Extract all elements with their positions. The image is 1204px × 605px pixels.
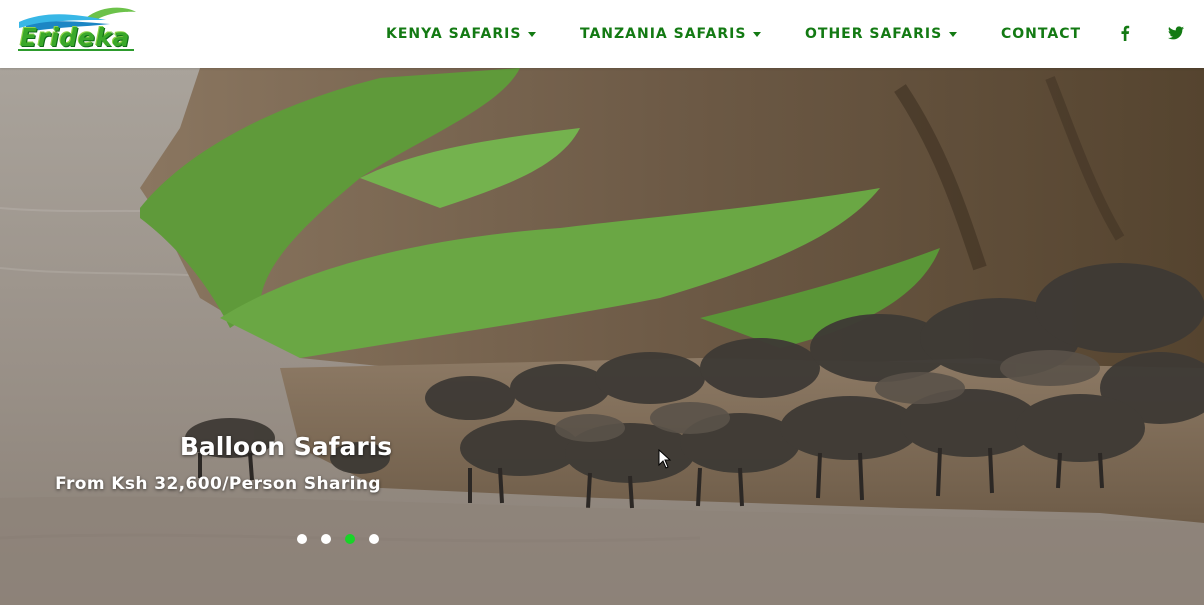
caret-down-icon: [949, 32, 958, 37]
slide-dot-4[interactable]: [369, 534, 379, 544]
caret-down-icon: [528, 32, 537, 37]
mouse-pointer-icon: [658, 449, 672, 469]
nav-contact-label: CONTACT: [1001, 26, 1082, 42]
twitter-link[interactable]: [1166, 23, 1186, 43]
slide-dot-2[interactable]: [321, 534, 331, 544]
twitter-icon: [1168, 26, 1184, 40]
hero-slider[interactable]: Balloon Safaris From Ksh 32,600/Person S…: [0, 68, 1204, 605]
nav-other-safaris-label: OTHER SAFARIS: [805, 26, 943, 42]
site-logo[interactable]: Erideka: [16, 6, 140, 56]
slide-dot-1[interactable]: [297, 534, 307, 544]
caret-down-icon: [753, 32, 762, 37]
slide-dot-3[interactable]: [345, 534, 355, 544]
nav-tanzania-safaris[interactable]: TANZANIA SAFARIS: [580, 24, 762, 44]
slide-title: Balloon Safaris: [179, 432, 393, 461]
logo-text: Erideka: [20, 23, 130, 52]
wildebeest-river-crossing-image: [0, 68, 1204, 605]
site-header: Erideka KENYA SAFARIS TANZANIA SAFARIS O…: [0, 0, 1204, 68]
nav-tanzania-safaris-label: TANZANIA SAFARIS: [580, 26, 747, 42]
nav-contact[interactable]: CONTACT: [1001, 24, 1081, 44]
nav-kenya-safaris[interactable]: KENYA SAFARIS: [386, 24, 537, 44]
slide-subtitle: From Ksh 32,600/Person Sharing: [55, 474, 381, 494]
facebook-icon: [1121, 25, 1130, 41]
nav-other-safaris[interactable]: OTHER SAFARIS: [805, 24, 958, 44]
facebook-link[interactable]: [1115, 23, 1135, 43]
nav-kenya-safaris-label: KENYA SAFARIS: [386, 26, 522, 42]
